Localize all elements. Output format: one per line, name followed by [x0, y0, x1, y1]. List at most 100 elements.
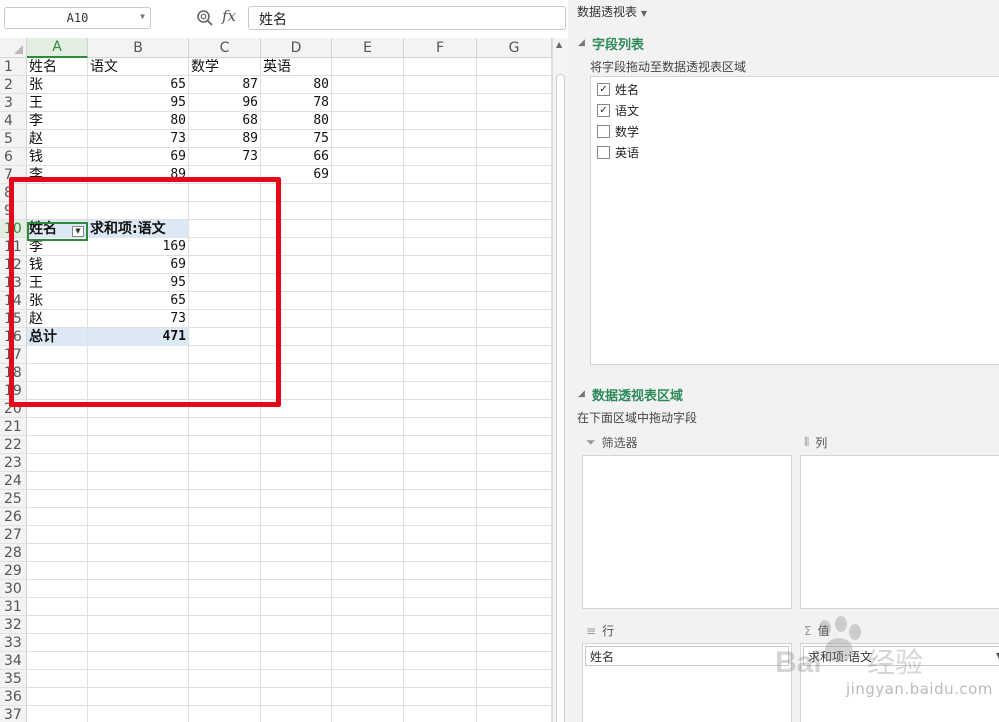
- table-cell[interactable]: 73: [189, 148, 260, 166]
- field-item-0[interactable]: ✓ 姓名: [597, 80, 639, 98]
- field-item-3[interactable]: 英语: [597, 143, 639, 161]
- column-header-d[interactable]: D: [261, 38, 332, 58]
- column-header-a[interactable]: A: [27, 38, 88, 58]
- row-header-13[interactable]: 13: [0, 274, 27, 292]
- table-cell[interactable]: 69: [261, 166, 331, 184]
- column-header-c[interactable]: C: [189, 38, 261, 58]
- table-cell[interactable]: 王: [27, 94, 87, 112]
- row-header-16[interactable]: 16: [0, 328, 27, 346]
- zoom-icon[interactable]: [196, 9, 214, 27]
- row-header-5[interactable]: 5: [0, 130, 27, 148]
- table-cell[interactable]: 68: [189, 112, 260, 130]
- table-cell[interactable]: 李: [27, 166, 87, 184]
- row-header-31[interactable]: 31: [0, 598, 27, 616]
- row-header-20[interactable]: 20: [0, 400, 27, 418]
- field-checkbox[interactable]: ✓: [597, 82, 610, 96]
- row-header-22[interactable]: 22: [0, 436, 27, 454]
- pivot-row-label[interactable]: 张: [27, 292, 87, 310]
- chevron-down-icon[interactable]: ▼: [140, 12, 145, 21]
- scrollbar-thumb[interactable]: [556, 74, 565, 722]
- collapse-triangle-icon[interactable]: ◢: [578, 38, 585, 48]
- table-cell[interactable]: 87: [189, 76, 260, 94]
- active-cell-selection[interactable]: ▼: [27, 222, 88, 241]
- row-header-34[interactable]: 34: [0, 652, 27, 670]
- formula-input[interactable]: 姓名: [248, 6, 566, 30]
- row-header-36[interactable]: 36: [0, 688, 27, 706]
- table-cell[interactable]: 赵: [27, 130, 87, 148]
- pivot-total-value[interactable]: 471: [88, 328, 188, 346]
- table-cell[interactable]: 80: [88, 112, 188, 130]
- pivot-total-label[interactable]: 总计: [27, 328, 87, 346]
- row-header-4[interactable]: 4: [0, 112, 27, 130]
- row-header-26[interactable]: 26: [0, 508, 27, 526]
- pivot-row-label[interactable]: 钱: [27, 256, 87, 274]
- row-header-29[interactable]: 29: [0, 562, 27, 580]
- field-checkbox[interactable]: [597, 124, 610, 138]
- row-header-18[interactable]: 18: [0, 364, 27, 382]
- column-header-g[interactable]: G: [477, 38, 552, 58]
- table-header-cell[interactable]: 姓名: [27, 58, 87, 76]
- row-header-28[interactable]: 28: [0, 544, 27, 562]
- row-header-17[interactable]: 17: [0, 346, 27, 364]
- table-header-cell[interactable]: 语文: [88, 58, 188, 76]
- row-header-19[interactable]: 19: [0, 382, 27, 400]
- row-header-32[interactable]: 32: [0, 616, 27, 634]
- row-header-9[interactable]: 9: [0, 202, 27, 220]
- table-cell[interactable]: 69: [88, 148, 188, 166]
- table-cell[interactable]: 78: [261, 94, 331, 112]
- table-cell[interactable]: 89: [189, 130, 260, 148]
- table-header-cell[interactable]: 英语: [261, 58, 331, 76]
- row-header-35[interactable]: 35: [0, 670, 27, 688]
- vertical-scrollbar[interactable]: ▲: [552, 38, 568, 722]
- fx-icon[interactable]: fx: [222, 7, 236, 25]
- row-header-3[interactable]: 3: [0, 94, 27, 112]
- pivot-row-value[interactable]: 69: [88, 256, 188, 274]
- table-cell[interactable]: 73: [88, 130, 188, 148]
- table-cell[interactable]: 66: [261, 148, 331, 166]
- table-cell[interactable]: 张: [27, 76, 87, 94]
- name-box[interactable]: A10 ▼: [4, 7, 151, 29]
- column-header-e[interactable]: E: [332, 38, 404, 58]
- field-item-1[interactable]: ✓ 语文: [597, 101, 639, 119]
- pivot-row-label[interactable]: 王: [27, 274, 87, 292]
- row-header-30[interactable]: 30: [0, 580, 27, 598]
- pivot-row-value[interactable]: 169: [88, 238, 188, 256]
- row-header-27[interactable]: 27: [0, 526, 27, 544]
- row-header-33[interactable]: 33: [0, 634, 27, 652]
- row-header-25[interactable]: 25: [0, 490, 27, 508]
- row-header-10[interactable]: 10: [0, 220, 27, 238]
- column-header-b[interactable]: B: [88, 38, 189, 58]
- table-cell[interactable]: 钱: [27, 148, 87, 166]
- table-header-cell[interactable]: 数学: [189, 58, 260, 76]
- rows-drop-area[interactable]: 姓名: [582, 643, 792, 722]
- collapse-triangle-icon[interactable]: ◢: [578, 389, 585, 399]
- table-cell[interactable]: 75: [261, 130, 331, 148]
- row-header-14[interactable]: 14: [0, 292, 27, 310]
- table-cell[interactable]: 80: [261, 76, 331, 94]
- row-header-37[interactable]: 37: [0, 706, 27, 722]
- columns-drop-area[interactable]: [800, 455, 999, 609]
- values-field-chip[interactable]: 求和项:语文 ▼: [803, 646, 999, 666]
- table-cell[interactable]: 李: [27, 112, 87, 130]
- table-cell[interactable]: 89: [88, 166, 188, 184]
- row-header-24[interactable]: 24: [0, 472, 27, 490]
- column-header-f[interactable]: F: [404, 38, 477, 58]
- pane-title[interactable]: 数据透视表 ▼: [577, 3, 647, 20]
- filter-drop-area[interactable]: [582, 455, 792, 609]
- row-header-2[interactable]: 2: [0, 76, 27, 94]
- filter-dropdown-icon[interactable]: ▼: [72, 226, 84, 237]
- table-cell[interactable]: 80: [261, 112, 331, 130]
- field-item-2[interactable]: 数学: [597, 122, 639, 140]
- table-cell[interactable]: 65: [88, 76, 188, 94]
- field-checkbox[interactable]: [597, 145, 610, 159]
- select-all-corner[interactable]: [0, 38, 27, 58]
- pivot-row-value[interactable]: 73: [88, 310, 188, 328]
- row-header-21[interactable]: 21: [0, 418, 27, 436]
- pivot-row-value[interactable]: 95: [88, 274, 188, 292]
- rows-field-chip[interactable]: 姓名: [585, 646, 789, 666]
- row-header-15[interactable]: 15: [0, 310, 27, 328]
- scroll-up-icon[interactable]: ▲: [556, 40, 562, 49]
- table-cell[interactable]: 95: [88, 94, 188, 112]
- row-header-12[interactable]: 12: [0, 256, 27, 274]
- pivot-row-label[interactable]: 赵: [27, 310, 87, 328]
